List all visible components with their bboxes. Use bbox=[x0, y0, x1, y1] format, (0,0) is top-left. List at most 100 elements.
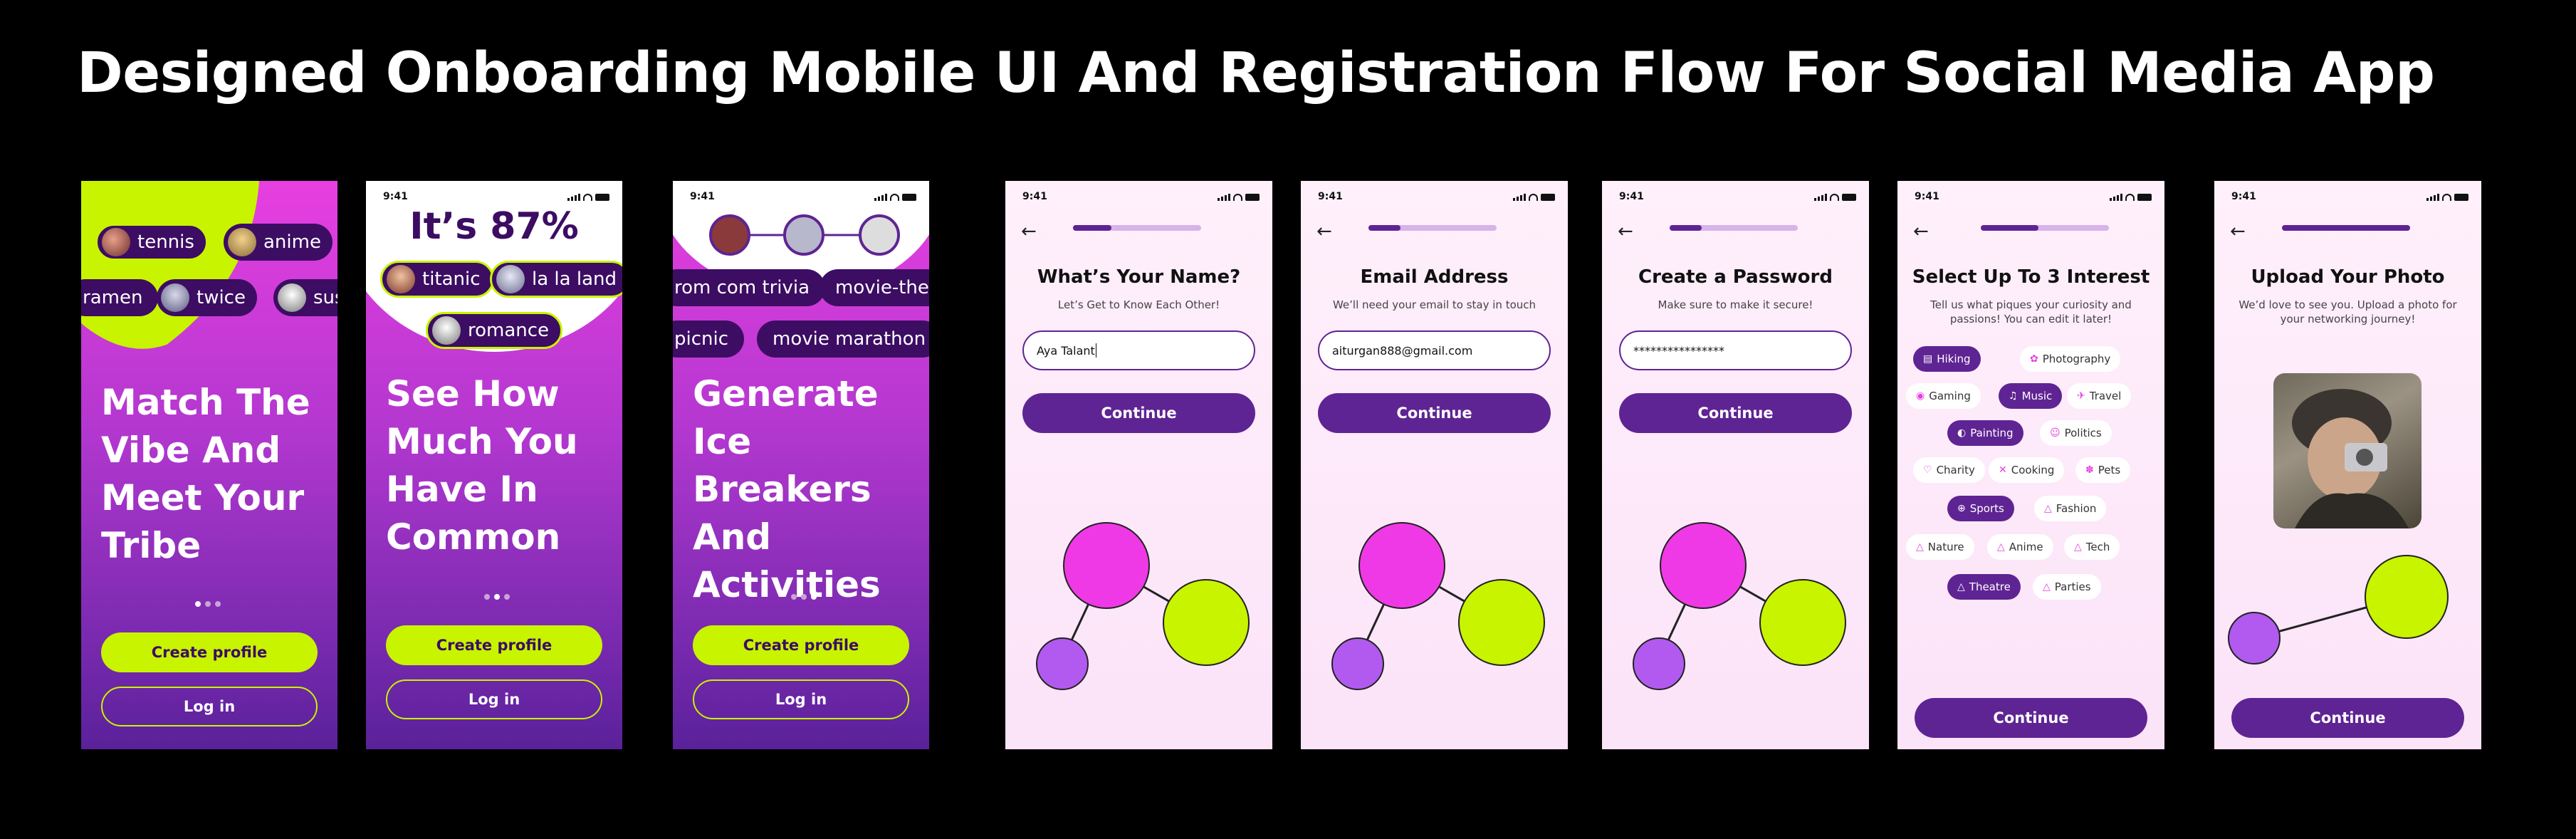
continue-button[interactable]: Continue bbox=[2231, 698, 2464, 738]
interest-pill: sus bbox=[273, 279, 337, 316]
wifi-icon bbox=[2125, 194, 2135, 201]
chip-label: Tech bbox=[2085, 541, 2110, 553]
create-profile-button[interactable]: Create profile bbox=[101, 632, 318, 672]
interest-chip[interactable]: △ Nature bbox=[1906, 534, 1974, 560]
headline-line: Common bbox=[386, 516, 561, 558]
interest-chip[interactable]: ⊕ Sports bbox=[1947, 496, 2014, 521]
back-arrow-icon[interactable]: ← bbox=[1618, 221, 1633, 242]
profile-photo[interactable] bbox=[2273, 373, 2421, 528]
pill-label: picnic bbox=[674, 328, 729, 350]
chip-label: Gaming bbox=[1929, 390, 1971, 402]
interest-chip[interactable]: △ Theatre bbox=[1947, 574, 2021, 600]
continue-button[interactable]: Continue bbox=[1022, 393, 1255, 433]
login-button[interactable]: Log in bbox=[101, 687, 318, 726]
progress-fill bbox=[2282, 225, 2410, 231]
continue-button[interactable]: Continue bbox=[1318, 393, 1551, 433]
chip-label: Parties bbox=[2054, 580, 2091, 593]
back-arrow-icon[interactable]: ← bbox=[1021, 221, 1037, 242]
avatar-connection bbox=[709, 214, 900, 256]
battery-icon bbox=[2454, 194, 2468, 201]
interest-chip[interactable]: ✕ Cooking bbox=[1989, 457, 2065, 483]
interest-chip[interactable]: △ Tech bbox=[2064, 534, 2120, 560]
name-input[interactable]: Aya Talant bbox=[1022, 330, 1255, 370]
status-bar: 9:41 bbox=[383, 191, 609, 204]
interest-chip[interactable]: ♡ Charity bbox=[1913, 457, 1985, 483]
headline-line: Activities bbox=[693, 564, 881, 605]
status-icons bbox=[2426, 194, 2468, 201]
status-time: 9:41 bbox=[2231, 191, 2256, 202]
onboarding-screen-2: 9:41 It’s 87% titanic la la land romance… bbox=[366, 181, 622, 749]
interest-pill: romance bbox=[426, 312, 563, 349]
input-value: aiturgan888@gmail.com bbox=[1332, 343, 1473, 358]
status-bar: 9:41 bbox=[1022, 191, 1260, 204]
screen-subtitle: We’ll need your email to stay in touch bbox=[1332, 298, 1536, 311]
continue-button[interactable]: Continue bbox=[1619, 393, 1852, 433]
status-bar: 9:41 bbox=[1318, 191, 1555, 204]
match-percentage: It’s 87% bbox=[409, 205, 579, 248]
wifi-icon bbox=[1233, 194, 1242, 201]
page-dots bbox=[791, 594, 817, 600]
headline: Generate Ice Breakers And Activities bbox=[693, 370, 929, 609]
decor-blob bbox=[81, 181, 259, 349]
chip-label: Pets bbox=[2098, 464, 2121, 476]
status-bar: 9:41 bbox=[1619, 191, 1856, 204]
interest-chip[interactable]: ♫ Music bbox=[1999, 383, 2063, 409]
decor-bubbles bbox=[2228, 555, 2449, 665]
email-input[interactable]: aiturgan888@gmail.com bbox=[1318, 330, 1551, 370]
interest-chip[interactable]: △ Anime bbox=[1987, 534, 2053, 560]
interest-chip[interactable]: ◉ Gaming bbox=[1906, 383, 1981, 409]
pill-label: anime bbox=[263, 231, 321, 253]
headline: See How Much You Have In Common bbox=[386, 370, 578, 561]
create-profile-button[interactable]: Create profile bbox=[386, 625, 602, 665]
status-time: 9:41 bbox=[383, 191, 408, 202]
back-arrow-icon[interactable]: ← bbox=[1913, 221, 1929, 242]
people-icon: ☺ bbox=[2050, 427, 2061, 439]
hand-heart-icon: ♡ bbox=[1923, 464, 1932, 476]
chip-label: Travel bbox=[2089, 390, 2122, 402]
back-arrow-icon[interactable]: ← bbox=[1316, 221, 1332, 242]
chip-label: Theatre bbox=[1969, 580, 2011, 593]
chip-label: Sports bbox=[1969, 502, 2004, 515]
create-profile-button[interactable]: Create profile bbox=[693, 625, 909, 665]
decor-bubbles bbox=[1633, 522, 1846, 690]
continue-button[interactable]: Continue bbox=[1915, 698, 2147, 738]
battery-icon bbox=[1541, 194, 1555, 201]
hanger-icon: △ bbox=[1997, 541, 2005, 553]
back-arrow-icon[interactable]: ← bbox=[2230, 221, 2246, 242]
login-button[interactable]: Log in bbox=[386, 679, 602, 719]
interest-chip[interactable]: ✽ Pets bbox=[2075, 457, 2131, 483]
password-input[interactable]: **************** bbox=[1619, 330, 1852, 370]
interest-chip[interactable]: ✈ Travel bbox=[2067, 383, 2132, 409]
chip-label: Nature bbox=[1927, 541, 1964, 553]
chip-label: Charity bbox=[1936, 464, 1975, 476]
interest-chip[interactable]: ◐ Painting bbox=[1947, 420, 2023, 446]
screen-title: Email Address bbox=[1360, 266, 1509, 288]
book-icon: ▤ bbox=[1923, 353, 1933, 365]
page-title: Designed Onboarding Mobile UI And Regist… bbox=[77, 41, 2435, 105]
pill-label: titanic bbox=[422, 269, 481, 290]
interest-chip[interactable]: △ Fashion bbox=[2034, 496, 2107, 521]
hanger-icon: △ bbox=[2044, 503, 2052, 514]
screen-subtitle: We’d love to see you. Upload a photo for… bbox=[2239, 298, 2457, 325]
ball-icon: ⊕ bbox=[1957, 503, 1966, 514]
progress-bar bbox=[1670, 225, 1798, 231]
battery-icon bbox=[1842, 194, 1856, 201]
status-icons bbox=[1814, 194, 1856, 201]
interest-chip[interactable]: ▤ Hiking bbox=[1913, 346, 1981, 372]
login-button[interactable]: Log in bbox=[693, 679, 909, 719]
screen-subtitle: Tell us what piques your curiosity and p… bbox=[1930, 298, 2132, 325]
interest-chip[interactable]: ✿ Photography bbox=[2020, 346, 2121, 372]
email-screen: 9:41 ← Email Address We’ll need your ema… bbox=[1301, 181, 1568, 749]
status-bar: 9:41 bbox=[1915, 191, 2152, 204]
chip-label: Photography bbox=[2042, 353, 2111, 365]
avatar bbox=[432, 316, 461, 345]
pill-label: twice bbox=[197, 287, 246, 308]
screen-subtitle: Make sure to make it secure! bbox=[1658, 298, 1813, 311]
interest-chip[interactable]: △ Parties bbox=[2033, 574, 2101, 600]
status-bar: 9:41 bbox=[2231, 191, 2468, 204]
status-time: 9:41 bbox=[1022, 191, 1047, 202]
photo-placeholder bbox=[2292, 389, 2409, 528]
interest-chip[interactable]: ☺ Politics bbox=[2040, 420, 2112, 446]
battery-icon bbox=[595, 194, 609, 201]
battery-icon bbox=[2137, 194, 2152, 201]
